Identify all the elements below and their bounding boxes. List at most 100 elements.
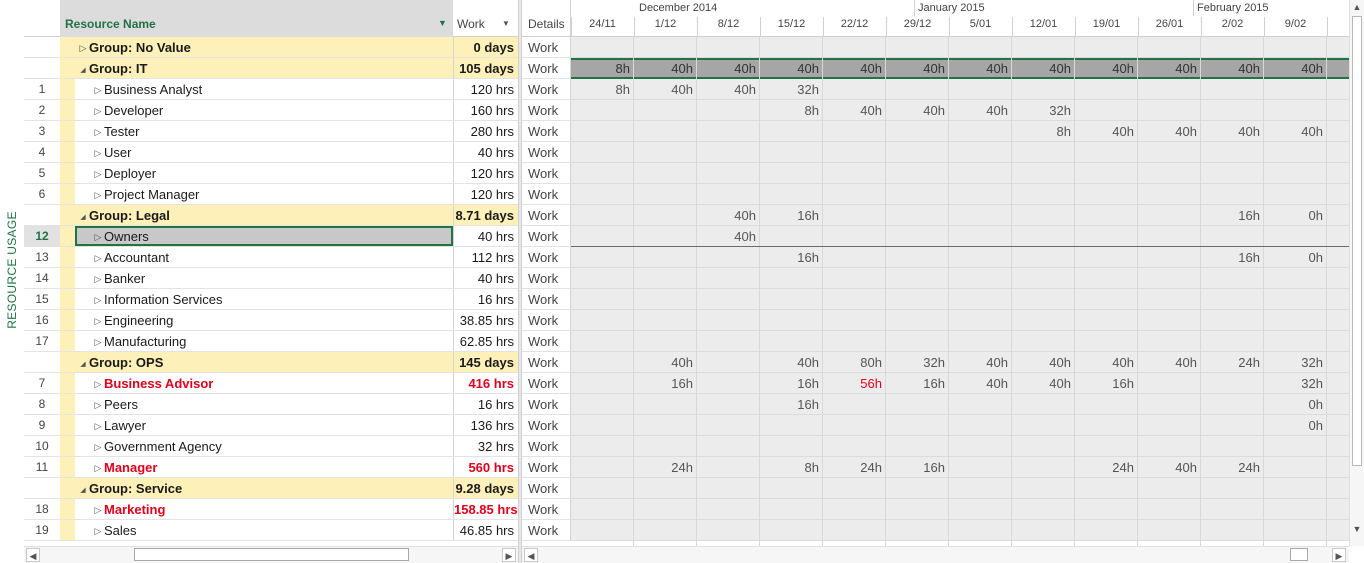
work-dropdown-icon[interactable]: ▼	[502, 19, 510, 28]
timephased-cell[interactable]	[949, 457, 1012, 478]
row-id[interactable]: 2	[24, 100, 60, 120]
row-id[interactable]: 8	[24, 394, 60, 414]
collapse-toggle-icon[interactable]: ◢	[77, 354, 89, 372]
group-row[interactable]: ▷ Group: No Value 0 days	[24, 37, 518, 58]
timephased-cell[interactable]	[823, 331, 886, 352]
details-cell[interactable]: Work	[522, 142, 571, 163]
timephased-cell[interactable]	[1138, 226, 1201, 247]
timephased-cell[interactable]	[634, 394, 697, 415]
resource-row[interactable]: 8 ▷ Peers 16 hrs	[24, 394, 518, 415]
details-cell[interactable]: Work	[522, 331, 571, 352]
timephased-cell[interactable]	[823, 436, 886, 457]
timephased-cell[interactable]	[1012, 478, 1075, 499]
timephased-cell[interactable]	[760, 520, 823, 541]
row-id[interactable]: 19	[24, 520, 60, 540]
timephased-cell[interactable]: 32h	[1264, 373, 1327, 394]
timephased-cell[interactable]	[1012, 331, 1075, 352]
timephased-cell[interactable]	[1201, 226, 1264, 247]
resource-name-column-header[interactable]: Resource Name	[65, 17, 156, 31]
timephased-cell[interactable]	[1138, 436, 1201, 457]
timephased-cell[interactable]: 40h	[1264, 121, 1327, 142]
timephased-cell[interactable]	[823, 184, 886, 205]
timephased-cell[interactable]	[1138, 289, 1201, 310]
timephased-cell[interactable]	[697, 499, 760, 520]
timephased-cell[interactable]	[949, 310, 1012, 331]
timephased-cell[interactable]: 16h	[1201, 205, 1264, 226]
timephased-cell[interactable]: 40h	[886, 58, 949, 79]
timephased-cell[interactable]	[1138, 163, 1201, 184]
timephased-cell[interactable]	[1138, 184, 1201, 205]
filter-dropdown-icon[interactable]: ▼	[438, 18, 447, 28]
vertical-scroll-thumb[interactable]	[1352, 16, 1362, 466]
timephased-cell[interactable]	[1201, 100, 1264, 121]
timephased-cell[interactable]: 80h	[823, 352, 886, 373]
resource-name-cell[interactable]: ◢ Group: Service	[75, 478, 453, 498]
timephased-cell[interactable]	[886, 310, 949, 331]
details-column-header[interactable]: Details	[528, 17, 565, 31]
timephased-cell[interactable]	[1264, 226, 1327, 247]
timephased-cell[interactable]	[886, 205, 949, 226]
work-cell[interactable]: 40 hrs	[453, 268, 518, 288]
timephased-cell[interactable]: 40h	[823, 58, 886, 79]
timephased-cell[interactable]: 8h	[571, 58, 634, 79]
timephased-cell[interactable]	[1264, 163, 1327, 184]
expand-toggle-icon[interactable]: ▷	[92, 101, 104, 120]
pane-splitter[interactable]	[518, 0, 522, 563]
timephased-cell[interactable]	[886, 520, 949, 541]
work-cell[interactable]: 145 days	[453, 352, 518, 372]
timephased-cell[interactable]: 40h	[949, 58, 1012, 79]
timephased-cell[interactable]	[1012, 268, 1075, 289]
timephased-cell[interactable]: 40h	[1012, 373, 1075, 394]
details-cell[interactable]: Work	[522, 100, 571, 121]
work-cell[interactable]: 9.28 days	[453, 478, 518, 498]
timephased-cell[interactable]	[697, 394, 760, 415]
timephased-cell[interactable]	[1075, 415, 1138, 436]
timephased-cell[interactable]	[886, 331, 949, 352]
work-cell[interactable]: 112 hrs	[453, 247, 518, 267]
work-cell[interactable]: 136 hrs	[453, 415, 518, 435]
timephased-cell[interactable]	[571, 247, 634, 268]
details-cell[interactable]: Work	[522, 310, 571, 331]
row-id[interactable]: 3	[24, 121, 60, 141]
timephased-cell[interactable]	[1075, 394, 1138, 415]
resource-name-cell[interactable]: ▷ Manufacturing	[75, 331, 453, 351]
timephased-cell[interactable]	[823, 499, 886, 520]
timephased-cell[interactable]	[571, 436, 634, 457]
timephased-cell[interactable]: 40h	[1201, 121, 1264, 142]
timephased-cell[interactable]: 16h	[760, 205, 823, 226]
timephased-cell[interactable]	[886, 163, 949, 184]
work-cell[interactable]: 46.85 hrs	[453, 520, 518, 540]
resource-row[interactable]: 13 ▷ Accountant 112 hrs	[24, 247, 518, 268]
timephased-cell[interactable]: 40h	[1138, 352, 1201, 373]
timephased-cell[interactable]	[1201, 310, 1264, 331]
row-id[interactable]: 9	[24, 415, 60, 435]
expand-toggle-icon[interactable]: ▷	[92, 416, 104, 435]
details-cell[interactable]: Work	[522, 121, 571, 142]
timephased-cell[interactable]	[760, 415, 823, 436]
resource-name-cell[interactable]: ◢ Group: IT	[75, 58, 453, 78]
timephased-cell[interactable]	[1012, 226, 1075, 247]
timephased-cell[interactable]: 40h	[697, 79, 760, 100]
timephased-cell[interactable]	[1012, 310, 1075, 331]
expand-toggle-icon[interactable]: ▷	[92, 500, 104, 519]
vertical-scrollbar[interactable]: ▲ ▼	[1349, 0, 1364, 546]
timephased-cell[interactable]	[886, 268, 949, 289]
timephased-cell[interactable]	[1075, 226, 1138, 247]
group-row[interactable]: ◢ Group: Service 9.28 days	[24, 478, 518, 499]
timephased-cell[interactable]	[1075, 436, 1138, 457]
timephased-cell[interactable]	[886, 226, 949, 247]
details-cell[interactable]: Work	[522, 58, 571, 79]
timephased-cell[interactable]: 0h	[1264, 394, 1327, 415]
timephased-cell[interactable]	[1075, 268, 1138, 289]
timephased-cell[interactable]	[634, 268, 697, 289]
timephased-cell[interactable]	[886, 499, 949, 520]
timephased-cell[interactable]	[1201, 163, 1264, 184]
timephased-cell[interactable]	[1264, 100, 1327, 121]
timephased-cell[interactable]: 16h	[760, 247, 823, 268]
timephased-cell[interactable]: 56h	[823, 373, 886, 394]
work-cell[interactable]: 560 hrs	[453, 457, 518, 477]
timephased-cell[interactable]	[571, 520, 634, 541]
timephased-cell[interactable]	[1012, 499, 1075, 520]
timephased-cell[interactable]	[1264, 310, 1327, 331]
row-id[interactable]: 10	[24, 436, 60, 456]
